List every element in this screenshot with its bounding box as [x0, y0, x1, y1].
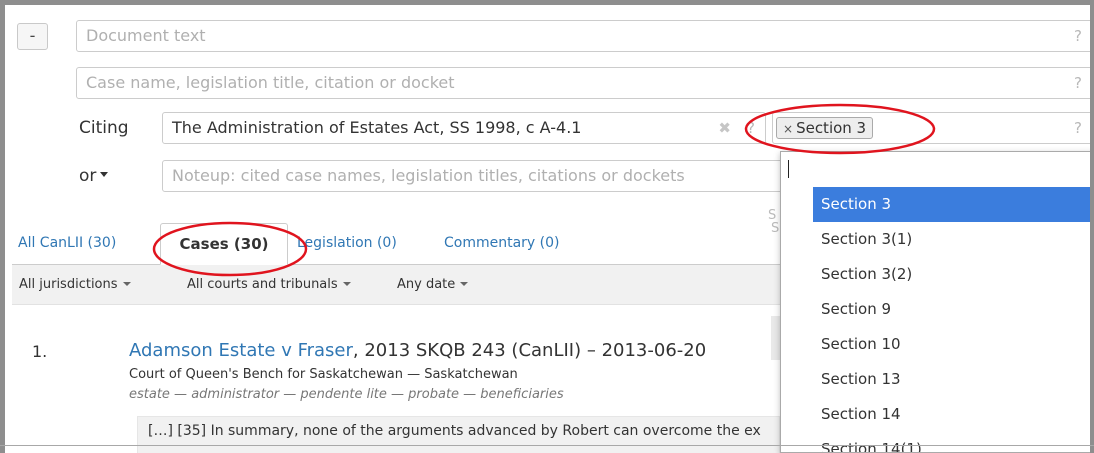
- caret-down-icon: [342, 282, 351, 286]
- citing-clear-icon[interactable]: ✖: [718, 113, 731, 143]
- document-text-placeholder: Document text: [86, 26, 206, 45]
- caret-down-icon: [122, 282, 131, 286]
- jurisdiction-filter[interactable]: All jurisdictions: [19, 277, 131, 292]
- date-filter-label: Any date: [397, 277, 456, 292]
- text-cursor: [788, 160, 789, 178]
- result-court: Court of Queen's Bench for Saskatchewan …: [129, 367, 518, 382]
- jurisdiction-filter-label: All jurisdictions: [19, 277, 118, 292]
- frame-bottom-edge: [0, 445, 1094, 446]
- dropdown-option[interactable]: Section 3(2): [813, 257, 1093, 292]
- dropdown-option[interactable]: Section 9: [813, 292, 1093, 327]
- caret-down-icon: [100, 172, 109, 177]
- tab-all-canlii[interactable]: All CanLII (30): [18, 235, 116, 251]
- dropdown-option[interactable]: Section 14(1): [813, 432, 1093, 452]
- section-tag-remove-icon[interactable]: ×: [783, 122, 793, 136]
- collapse-button[interactable]: -: [17, 23, 48, 50]
- section-autocomplete-dropdown: Section 3 Section 3(1) Section 3(2) Section…: [780, 151, 1094, 453]
- section-options-list: Section 3 Section 3(1) Section 3(2) Section…: [813, 187, 1093, 452]
- section-filter-input[interactable]: × Section 3 ?: [772, 112, 1093, 144]
- dropdown-option[interactable]: Section 10: [813, 327, 1093, 362]
- citing-help-icon[interactable]: ?: [747, 113, 755, 143]
- noteup-placeholder: Noteup: cited case names, legislation ti…: [172, 166, 685, 185]
- document-text-help-icon[interactable]: ?: [1074, 21, 1082, 51]
- result-title-link[interactable]: Adamson Estate v Fraser: [129, 340, 353, 361]
- or-dropdown[interactable]: or: [79, 166, 109, 186]
- case-name-input[interactable]: Case name, legislation title, citation o…: [76, 67, 1093, 99]
- case-name-help-icon[interactable]: ?: [1074, 68, 1082, 98]
- citing-input[interactable]: The Administration of Estates Act, SS 19…: [162, 112, 766, 144]
- case-name-placeholder: Case name, legislation title, citation o…: [86, 73, 455, 92]
- result-citation: , 2013 SKQB 243 (CanLII) – 2013-06-20: [352, 340, 707, 361]
- caret-down-icon: [460, 282, 469, 286]
- section-filter-help-icon[interactable]: ?: [1074, 113, 1082, 143]
- section-tag: × Section 3: [776, 117, 874, 139]
- section-tag-label: Section 3: [796, 119, 867, 137]
- dropdown-option[interactable]: Section 3(1): [813, 222, 1093, 257]
- citing-label: Citing: [79, 118, 129, 138]
- obscured-text-fragment: S: [771, 221, 780, 236]
- noteup-input[interactable]: Noteup: cited case names, legislation ti…: [162, 160, 787, 192]
- document-text-input[interactable]: Document text ?: [76, 20, 1093, 52]
- result-number: 1.: [32, 342, 48, 361]
- dropdown-option[interactable]: Section 14: [813, 397, 1093, 432]
- tab-cases[interactable]: Cases (30): [160, 223, 288, 265]
- citing-value: The Administration of Estates Act, SS 19…: [172, 118, 582, 137]
- courts-filter[interactable]: All courts and tribunals: [187, 277, 351, 292]
- date-filter[interactable]: Any date: [397, 277, 469, 292]
- or-label: or: [79, 166, 97, 186]
- result-excerpt: […] [35] In summary, none of the argumen…: [137, 416, 780, 453]
- courts-filter-label: All courts and tribunals: [187, 277, 338, 292]
- result-keywords: estate — administrator — pendente lite —…: [129, 387, 564, 402]
- dropdown-option[interactable]: Section 13: [813, 362, 1093, 397]
- dropdown-option[interactable]: Section 3: [813, 187, 1093, 222]
- tab-legislation[interactable]: Legislation (0): [297, 235, 397, 251]
- result-title: Adamson Estate v Fraser, 2013 SKQB 243 (…: [129, 340, 706, 361]
- tab-commentary[interactable]: Commentary (0): [444, 235, 560, 251]
